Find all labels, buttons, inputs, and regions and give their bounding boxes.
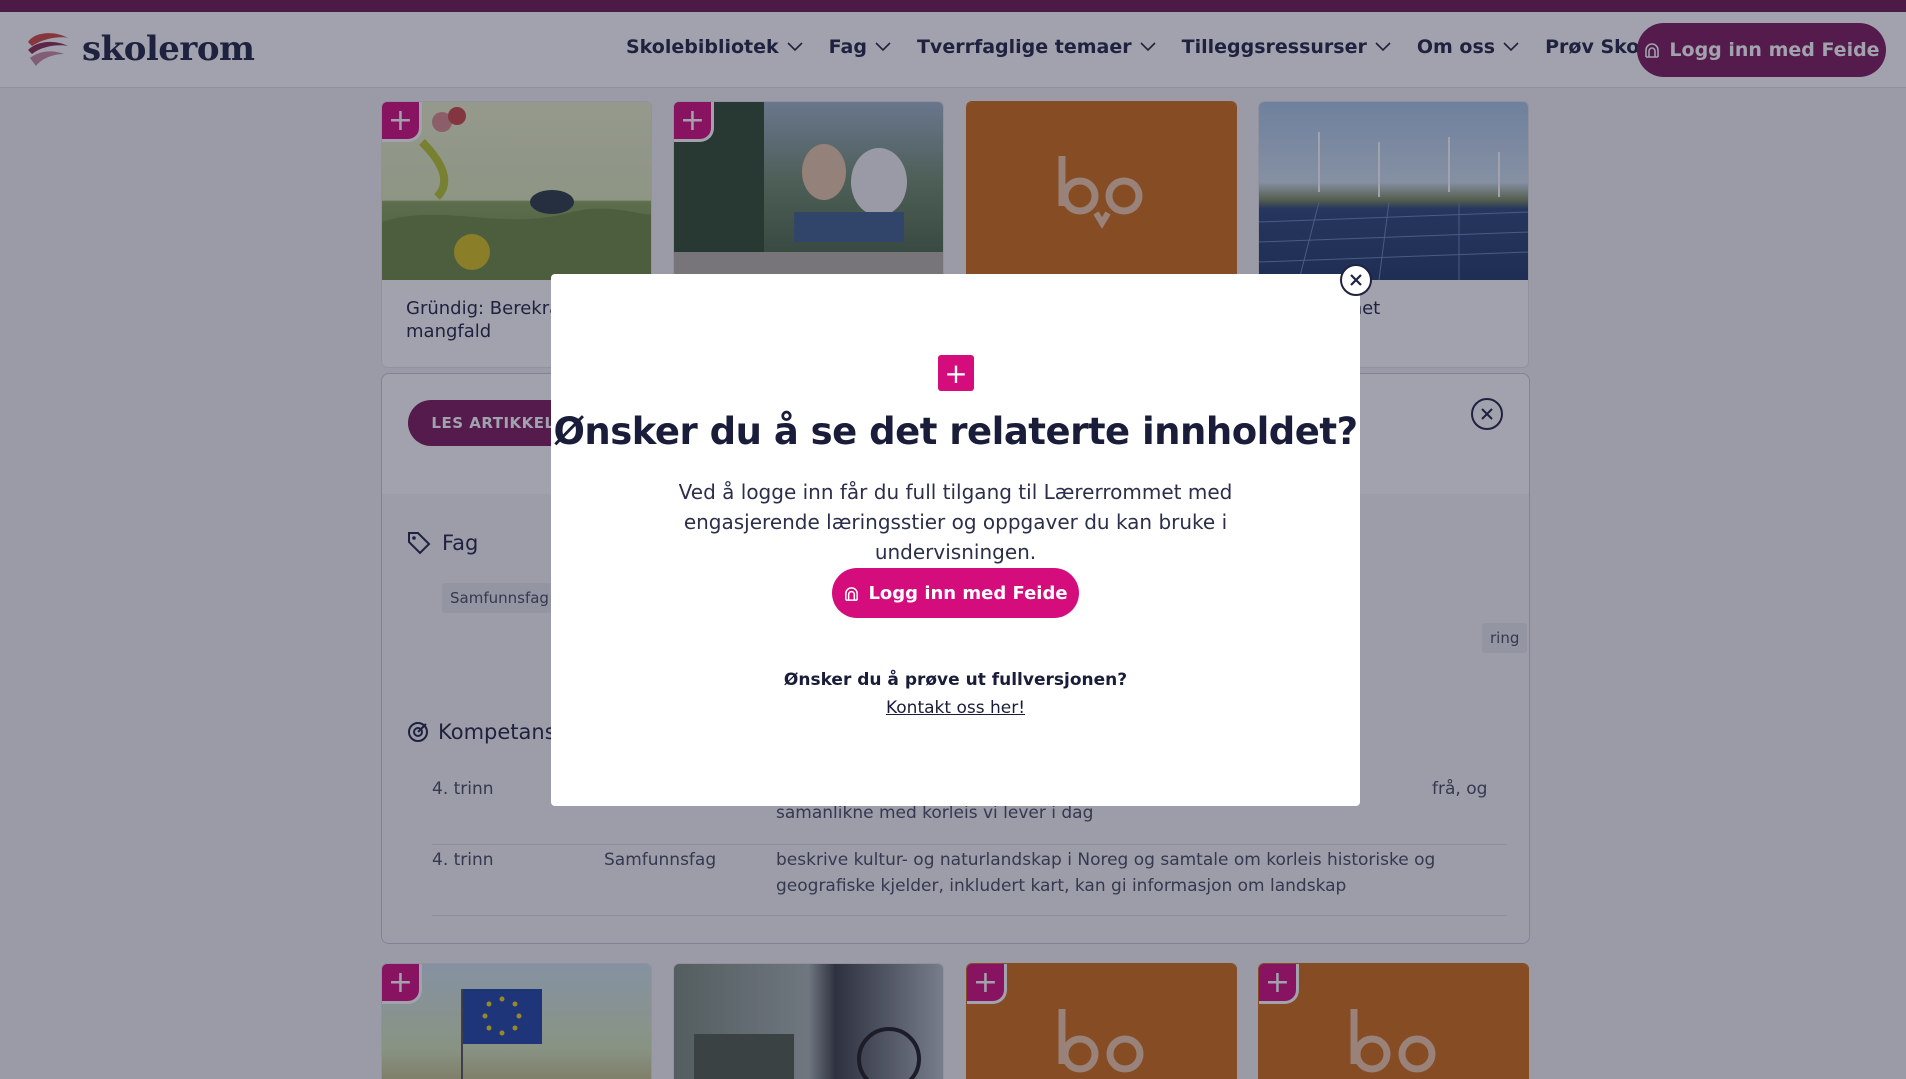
- feide-icon: [845, 586, 859, 601]
- modal-title: Ønsker du å se det relaterte innholdet?: [553, 410, 1358, 453]
- login-modal: + Ønsker du å se det relaterte innholdet…: [551, 264, 1372, 806]
- plus-icon: +: [938, 355, 974, 391]
- contact-link[interactable]: Kontakt oss her!: [551, 698, 1360, 718]
- modal-description: Ved å logge inn får du full tilgang til …: [678, 480, 1233, 564]
- trial-question: Ønsker du å prøve ut fullversjonen?: [783, 670, 1128, 690]
- modal-login-feide-button[interactable]: Logg inn med Feide: [832, 568, 1079, 618]
- modal-close-button[interactable]: [1340, 264, 1372, 296]
- close-icon: [1350, 274, 1362, 286]
